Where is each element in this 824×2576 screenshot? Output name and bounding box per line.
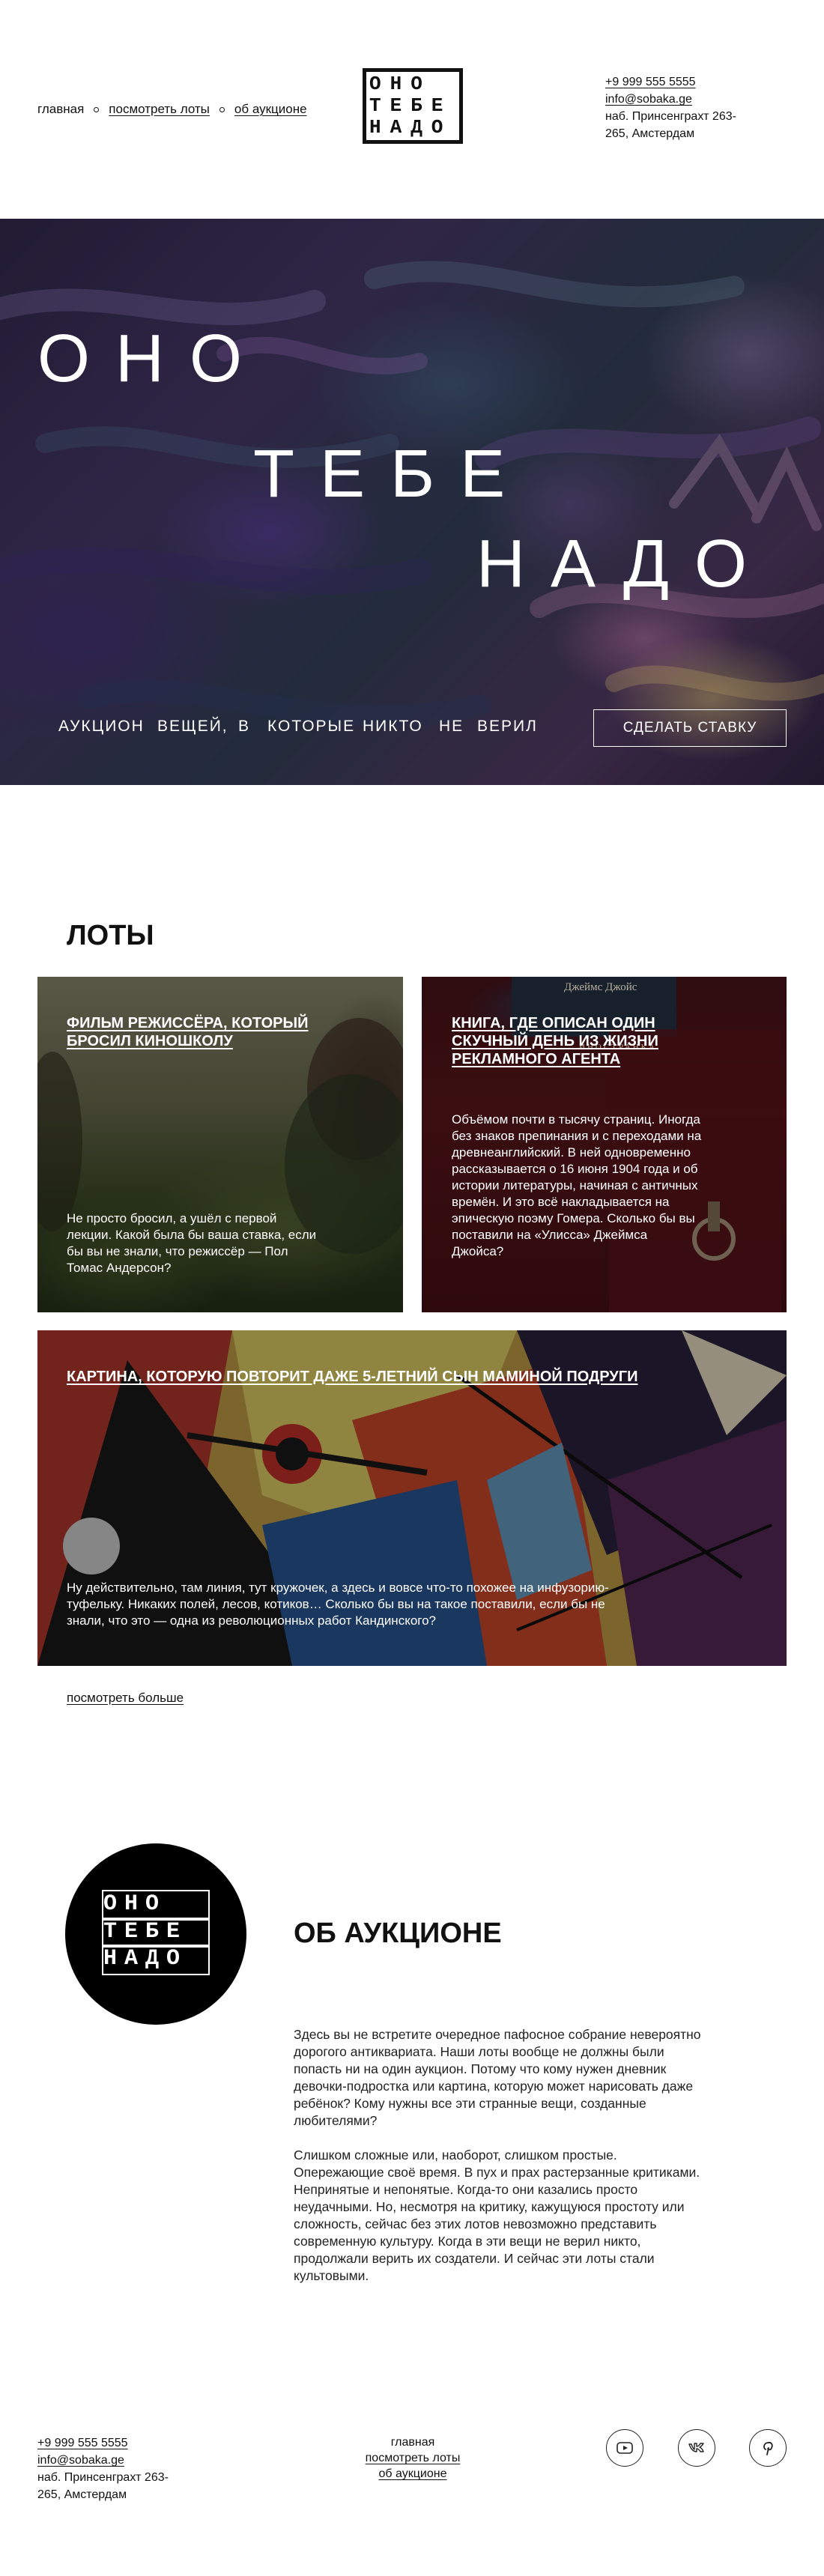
logo-line: ОНО [369, 73, 431, 95]
lot-title-link[interactable]: КНИГА, ГДЕ ОПИСАН ОДИН СКУЧНЫЙ ДЕНЬ ИЗ Ж… [452, 1014, 766, 1068]
footer-nav: главная посмотреть лоты об аукционе [342, 2434, 484, 2482]
footer-address: наб. Принсенграхт 263- [37, 2471, 169, 2484]
header-phone-link[interactable]: +9 999 555 5555 [605, 76, 696, 88]
about-paragraph: Здесь вы не встретите очередное пафосное… [294, 2027, 701, 2128]
logo-line: ТЕБЕ [102, 1917, 210, 1948]
hero-title-line2: ТЕБЕ [253, 437, 531, 512]
nav-home-link[interactable]: главная [37, 102, 84, 117]
lot-card-painting[interactable]: КАРТИНА, КОТОРУЮ ПОВТОРИТ ДАЖЕ 5-ЛЕТНИЙ … [37, 1330, 787, 1666]
logo-line: ОНО [102, 1890, 210, 1921]
nav-about-link[interactable]: об аукционе [234, 102, 307, 117]
footer-nav-home-link[interactable]: главная [391, 2436, 435, 2449]
hero-tagline-word: НЕ [439, 718, 464, 735]
about-logo-mark: ОНО ТЕБЕ НАДО [102, 1890, 210, 1975]
place-bid-button[interactable]: СДЕЛАТЬ СТАВКУ [593, 709, 787, 747]
logo-line: НАДО [369, 117, 452, 139]
footer-address: 265, Амстердам [37, 2488, 127, 2501]
lot-card-film[interactable]: ФИЛЬМ РЕЖИССЁРА, КОТОРЫЙ БРОСИЛ КИНОШКОЛ… [37, 977, 403, 1312]
vk-icon[interactable] [678, 2429, 715, 2467]
about-text: Здесь вы не встретите очередное пафосное… [294, 2026, 788, 2285]
lot-description: Не просто бросил, а ушёл с первой лекции… [67, 1211, 317, 1275]
hero-tagline-word: ВЕРИЛ [477, 718, 538, 735]
site-header: главная посмотреть лоты об аукционе ОНО … [0, 0, 824, 219]
about-paragraph: Слишком сложные или, наоборот, слишком п… [294, 2148, 700, 2283]
pinterest-icon[interactable] [749, 2429, 787, 2467]
logo-line: ТЕБЕ [369, 95, 452, 117]
footer-contacts: +9 999 555 5555 info@sobaka.ge наб. Прин… [37, 2434, 169, 2503]
nav-separator [219, 106, 225, 112]
youtube-icon[interactable] [606, 2429, 643, 2467]
lots-heading: ЛОТЫ [67, 920, 154, 951]
book-author-text: Джеймс Джойс [564, 981, 637, 993]
view-more-link[interactable]: посмотреть больше [67, 1691, 184, 1706]
hero-tagline-word: НИКТО [363, 718, 423, 735]
header-email-link[interactable]: info@sobaka.ge [605, 93, 692, 106]
hero-title-line3: НАДО [476, 527, 772, 601]
site-logo[interactable]: ОНО ТЕБЕ НАДО [363, 68, 463, 144]
lot-description: Ну действительно, там линия, тут кружоче… [67, 1581, 609, 1628]
hero-tagline-word: В [238, 718, 251, 735]
footer-phone-link[interactable]: +9 999 555 5555 [37, 2437, 128, 2449]
logo-line: НАДО [102, 1945, 210, 1975]
header-address: наб. Принсенграхт 263- [605, 110, 736, 123]
hero-tagline-word: ВЕЩЕЙ, [157, 718, 228, 735]
lot-card-book[interactable]: Джеймс Джойс ИНОСТРАНКА КНИГА, ГДЕ ОПИСА… [422, 977, 787, 1312]
about-logo-circle: ОНО ТЕБЕ НАДО [65, 1843, 246, 2025]
footer-nav-lots-link[interactable]: посмотреть лоты [366, 2452, 461, 2464]
lot-title-link[interactable]: КАРТИНА, КОТОРУЮ ПОВТОРИТ ДАЖЕ 5-ЛЕТНИЙ … [67, 1368, 771, 1386]
hero-title-line1: ОНО [37, 321, 268, 396]
lot-title-link[interactable]: ФИЛЬМ РЕЖИССЁРА, КОТОРЫЙ БРОСИЛ КИНОШКОЛ… [67, 1014, 381, 1050]
footer-nav-about-link[interactable]: об аукционе [379, 2467, 447, 2480]
footer-email-link[interactable]: info@sobaka.ge [37, 2454, 124, 2467]
header-contacts: +9 999 555 5555 info@sobaka.ge наб. Прин… [605, 73, 785, 142]
hero-tagline-word: КОТОРЫЕ [267, 718, 356, 735]
header-nav: главная посмотреть лоты об аукционе [37, 102, 307, 117]
about-heading: ОБ АУКЦИОНЕ [294, 1918, 502, 1949]
nav-separator [94, 106, 100, 112]
header-address: 265, Амстердам [605, 127, 695, 140]
hero-banner: ОНО ТЕБЕ НАДО АУКЦИОН ВЕЩЕЙ, В КОТОРЫЕ Н… [0, 219, 824, 785]
hero-tagline-word: АУКЦИОН [58, 718, 145, 735]
lot-description: Объёмом почти в тысячу страниц. Иногда б… [452, 1112, 702, 1258]
nav-lots-link[interactable]: посмотреть лоты [109, 102, 210, 117]
